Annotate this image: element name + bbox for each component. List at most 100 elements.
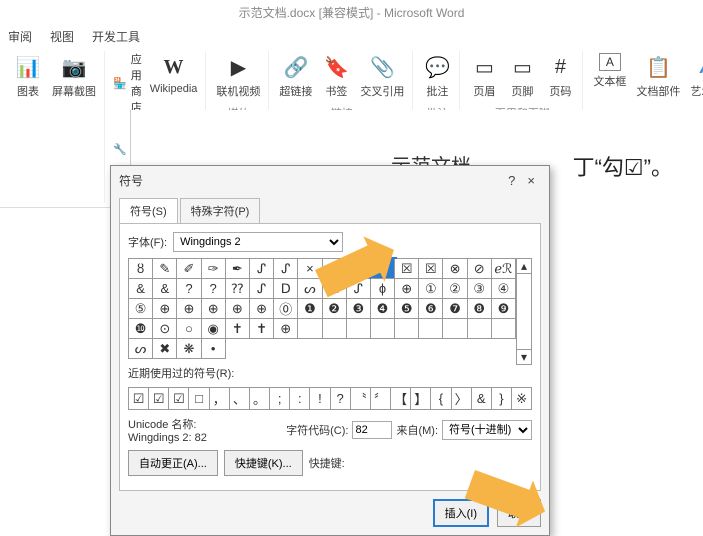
symbol-cell[interactable]: ᔑ bbox=[250, 279, 274, 299]
recent-symbol-cell[interactable]: } bbox=[492, 388, 512, 410]
online-video-button[interactable]: ▶联机视频 bbox=[214, 51, 262, 101]
symbol-cell[interactable] bbox=[298, 319, 322, 339]
symbol-cell[interactable]: ❿ bbox=[129, 319, 153, 339]
tab-symbols[interactable]: 符号(S) bbox=[119, 198, 178, 223]
help-button[interactable]: ? bbox=[502, 173, 521, 188]
recent-symbol-cell[interactable]: 〝 bbox=[351, 388, 371, 410]
symbol-cell[interactable] bbox=[395, 319, 419, 339]
symbol-cell[interactable]: ⊕ bbox=[177, 299, 201, 319]
screenshot-button[interactable]: 📷屏幕截图 bbox=[50, 51, 98, 101]
pagenum-button[interactable]: #页码 bbox=[544, 51, 576, 101]
symbol-cell[interactable] bbox=[323, 319, 347, 339]
symbol-cell[interactable]: ☒ bbox=[419, 259, 443, 279]
crossref-button[interactable]: 📎交叉引用 bbox=[358, 51, 406, 101]
recent-symbol-cell[interactable]: : bbox=[290, 388, 310, 410]
symbol-cell[interactable]: ? bbox=[177, 279, 201, 299]
symbol-cell[interactable]: ❼ bbox=[443, 299, 467, 319]
font-select[interactable]: Wingdings 2 bbox=[173, 232, 343, 252]
wikipedia-button[interactable]: WWikipedia bbox=[148, 51, 200, 97]
code-input[interactable] bbox=[352, 421, 392, 439]
symbol-cell[interactable]: ❷ bbox=[323, 299, 347, 319]
recent-symbol-cell[interactable]: ※ bbox=[512, 388, 532, 410]
symbol-cell[interactable]: ⊕ bbox=[274, 319, 298, 339]
footer-button[interactable]: ▭页脚 bbox=[506, 51, 538, 101]
symbol-cell[interactable] bbox=[443, 319, 467, 339]
recent-symbol-cell[interactable]: ☑ bbox=[149, 388, 169, 410]
symbol-cell[interactable]: & bbox=[129, 279, 153, 299]
recent-symbol-cell[interactable]: ? bbox=[331, 388, 351, 410]
symbol-cell[interactable]: ? bbox=[202, 279, 226, 299]
from-select[interactable]: 符号(十进制) bbox=[442, 420, 532, 440]
symbol-cell[interactable] bbox=[419, 319, 443, 339]
symbol-cell[interactable]: ⊕ bbox=[250, 299, 274, 319]
symbol-cell[interactable]: ȣ bbox=[129, 259, 153, 279]
symbol-cell[interactable]: ◉ bbox=[202, 319, 226, 339]
tab-special[interactable]: 特殊字符(P) bbox=[180, 198, 261, 223]
symbol-cell[interactable]: ❽ bbox=[468, 299, 492, 319]
symbol-cell[interactable]: ✎ bbox=[153, 259, 177, 279]
recent-symbol-cell[interactable]: ， bbox=[210, 388, 230, 410]
recent-symbol-cell[interactable]: 【 bbox=[391, 388, 411, 410]
symbol-cell[interactable] bbox=[371, 319, 395, 339]
scroll-up-icon[interactable]: ▴ bbox=[517, 259, 531, 274]
symbol-cell[interactable]: ⊕ bbox=[226, 299, 250, 319]
symbol-cell[interactable]: ᗞ bbox=[274, 279, 298, 299]
dialog-titlebar[interactable]: 符号 ? × bbox=[111, 166, 549, 194]
symbol-cell[interactable]: ✐ bbox=[177, 259, 201, 279]
symbol-cell[interactable]: ❸ bbox=[347, 299, 371, 319]
symbol-cell[interactable]: ⊕ bbox=[202, 299, 226, 319]
symbol-cell[interactable]: ❹ bbox=[371, 299, 395, 319]
chart-button[interactable]: 📊图表 bbox=[12, 51, 44, 101]
symbol-cell[interactable]: ① bbox=[419, 279, 443, 299]
symbol-cell[interactable]: ⁇ bbox=[226, 279, 250, 299]
symbol-cell[interactable]: ○ bbox=[177, 319, 201, 339]
hyperlink-button[interactable]: 🔗超链接 bbox=[277, 51, 314, 101]
recent-symbol-cell[interactable]: 】 bbox=[411, 388, 431, 410]
symbol-cell[interactable]: & bbox=[153, 279, 177, 299]
symbol-cell[interactable]: ✑ bbox=[202, 259, 226, 279]
symbol-cell[interactable]: ⊕ bbox=[153, 299, 177, 319]
recent-symbol-cell[interactable]: ☑ bbox=[129, 388, 149, 410]
symbol-cell[interactable] bbox=[492, 319, 516, 339]
textbox-button[interactable]: A文本框 bbox=[591, 51, 628, 91]
symbol-cell[interactable]: ɸ bbox=[371, 279, 395, 299]
close-button[interactable]: × bbox=[521, 173, 541, 188]
recent-symbol-cell[interactable]: □ bbox=[189, 388, 209, 410]
symbol-cell[interactable]: ❺ bbox=[395, 299, 419, 319]
symbol-cell[interactable]: ᔕ bbox=[298, 279, 322, 299]
recent-symbol-cell[interactable]: 。 bbox=[250, 388, 270, 410]
recent-symbol-cell[interactable]: ; bbox=[270, 388, 290, 410]
shortcut-button[interactable]: 快捷键(K)... bbox=[224, 450, 303, 476]
symbol-cell[interactable]: ✝ bbox=[250, 319, 274, 339]
symbol-cell[interactable]: ᔑ bbox=[274, 259, 298, 279]
symbol-cell[interactable]: ② bbox=[443, 279, 467, 299]
symbol-cell[interactable]: ④ bbox=[492, 279, 516, 299]
menu-review[interactable]: 审阅 bbox=[8, 28, 32, 45]
recent-symbol-cell[interactable]: 〞 bbox=[371, 388, 391, 410]
symbol-cell[interactable]: ❋ bbox=[177, 339, 201, 359]
symbol-cell[interactable]: ❻ bbox=[419, 299, 443, 319]
symbol-cell[interactable]: ⊗ bbox=[443, 259, 467, 279]
symbol-cell[interactable] bbox=[468, 319, 492, 339]
symbol-cell[interactable]: ✖ bbox=[153, 339, 177, 359]
symbol-cell[interactable]: ⊕ bbox=[395, 279, 419, 299]
symbol-cell[interactable]: ❾ bbox=[492, 299, 516, 319]
symbol-cell[interactable]: ✒ bbox=[226, 259, 250, 279]
menu-devtools[interactable]: 开发工具 bbox=[92, 28, 140, 45]
recent-symbol-cell[interactable]: ☑ bbox=[169, 388, 189, 410]
recent-symbol-cell[interactable]: & bbox=[472, 388, 492, 410]
header-button[interactable]: ▭页眉 bbox=[468, 51, 500, 101]
recent-symbol-cell[interactable]: 〉 bbox=[452, 388, 472, 410]
scroll-down-icon[interactable]: ▾ bbox=[517, 349, 531, 364]
symbol-cell[interactable]: ℯℛ bbox=[492, 259, 516, 279]
symbol-cell[interactable]: • bbox=[202, 339, 226, 359]
wordart-button[interactable]: A艺术字 bbox=[688, 51, 703, 101]
symbol-cell[interactable]: ⊙ bbox=[153, 319, 177, 339]
symbol-cell[interactable]: ⓪ bbox=[274, 299, 298, 319]
symbol-cell[interactable]: ❶ bbox=[298, 299, 322, 319]
symbol-cell[interactable]: ⊘ bbox=[468, 259, 492, 279]
symbol-cell[interactable]: ᔕ bbox=[129, 339, 153, 359]
recent-symbol-cell[interactable]: 、 bbox=[230, 388, 250, 410]
bookmark-button[interactable]: 🔖书签 bbox=[320, 51, 352, 101]
recent-symbol-cell[interactable]: { bbox=[431, 388, 451, 410]
